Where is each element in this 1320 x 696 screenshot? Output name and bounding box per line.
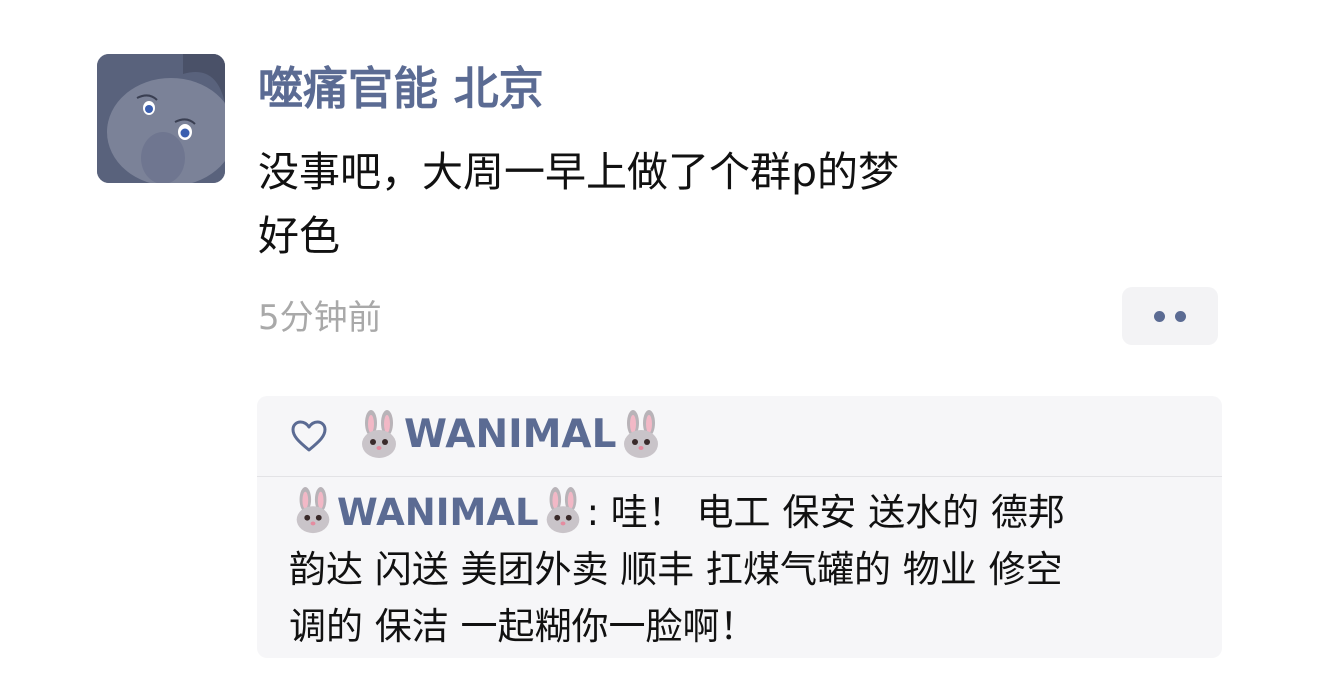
avatar[interactable] — [97, 54, 225, 183]
comment-line: 韵达 闪送 美团外卖 顺丰 扛煤气罐的 物业 修空 — [289, 548, 1063, 591]
comment-author[interactable]: WANIMAL — [337, 491, 539, 534]
heart-outline-icon — [291, 420, 327, 452]
comment-line: WANIMAL: 哇！ 电工 保安 送水的 德邦 — [289, 484, 1209, 541]
rabbit-emoji-icon — [362, 410, 396, 458]
rabbit-emoji-icon — [546, 487, 579, 534]
interaction-panel: WANIMAL WANIMAL: 哇！ 电工 保安 送水的 德邦 韵达 闪送 美… — [257, 396, 1222, 658]
more-dots-icon — [1175, 311, 1186, 322]
comment-text: 哇！ 电工 保安 送水的 德邦 — [610, 491, 1065, 534]
comment-line: 调的 保洁 一起糊你一脸啊！ — [289, 605, 757, 648]
post-content: 没事吧，大周一早上做了个群p的梦 好色 — [258, 140, 1118, 268]
moment-post: 噬痛官能 北京 没事吧，大周一早上做了个群p的梦 好色 5分钟前 WANIMAL… — [0, 0, 1320, 696]
comment-separator: : — [586, 491, 611, 534]
post-content-line: 好色 — [258, 212, 340, 260]
divider — [257, 476, 1222, 477]
post-content-line: 没事吧，大周一早上做了个群p的梦 — [258, 148, 900, 196]
rabbit-emoji-icon — [296, 487, 330, 534]
like-user[interactable]: WANIMAL — [354, 402, 666, 468]
post-timestamp: 5分钟前 — [258, 298, 382, 338]
comment-item[interactable]: WANIMAL: 哇！ 电工 保安 送水的 德邦 韵达 闪送 美团外卖 顺丰 扛… — [289, 484, 1209, 655]
likes-row: WANIMAL — [257, 396, 1222, 476]
more-dots-icon — [1154, 311, 1165, 322]
like-user-name: WANIMAL — [404, 412, 617, 457]
more-actions-button[interactable] — [1122, 287, 1218, 345]
avatar-elephant-image — [97, 54, 225, 183]
rabbit-emoji-icon — [624, 410, 659, 458]
author-name[interactable]: 噬痛官能 北京 — [258, 58, 544, 120]
